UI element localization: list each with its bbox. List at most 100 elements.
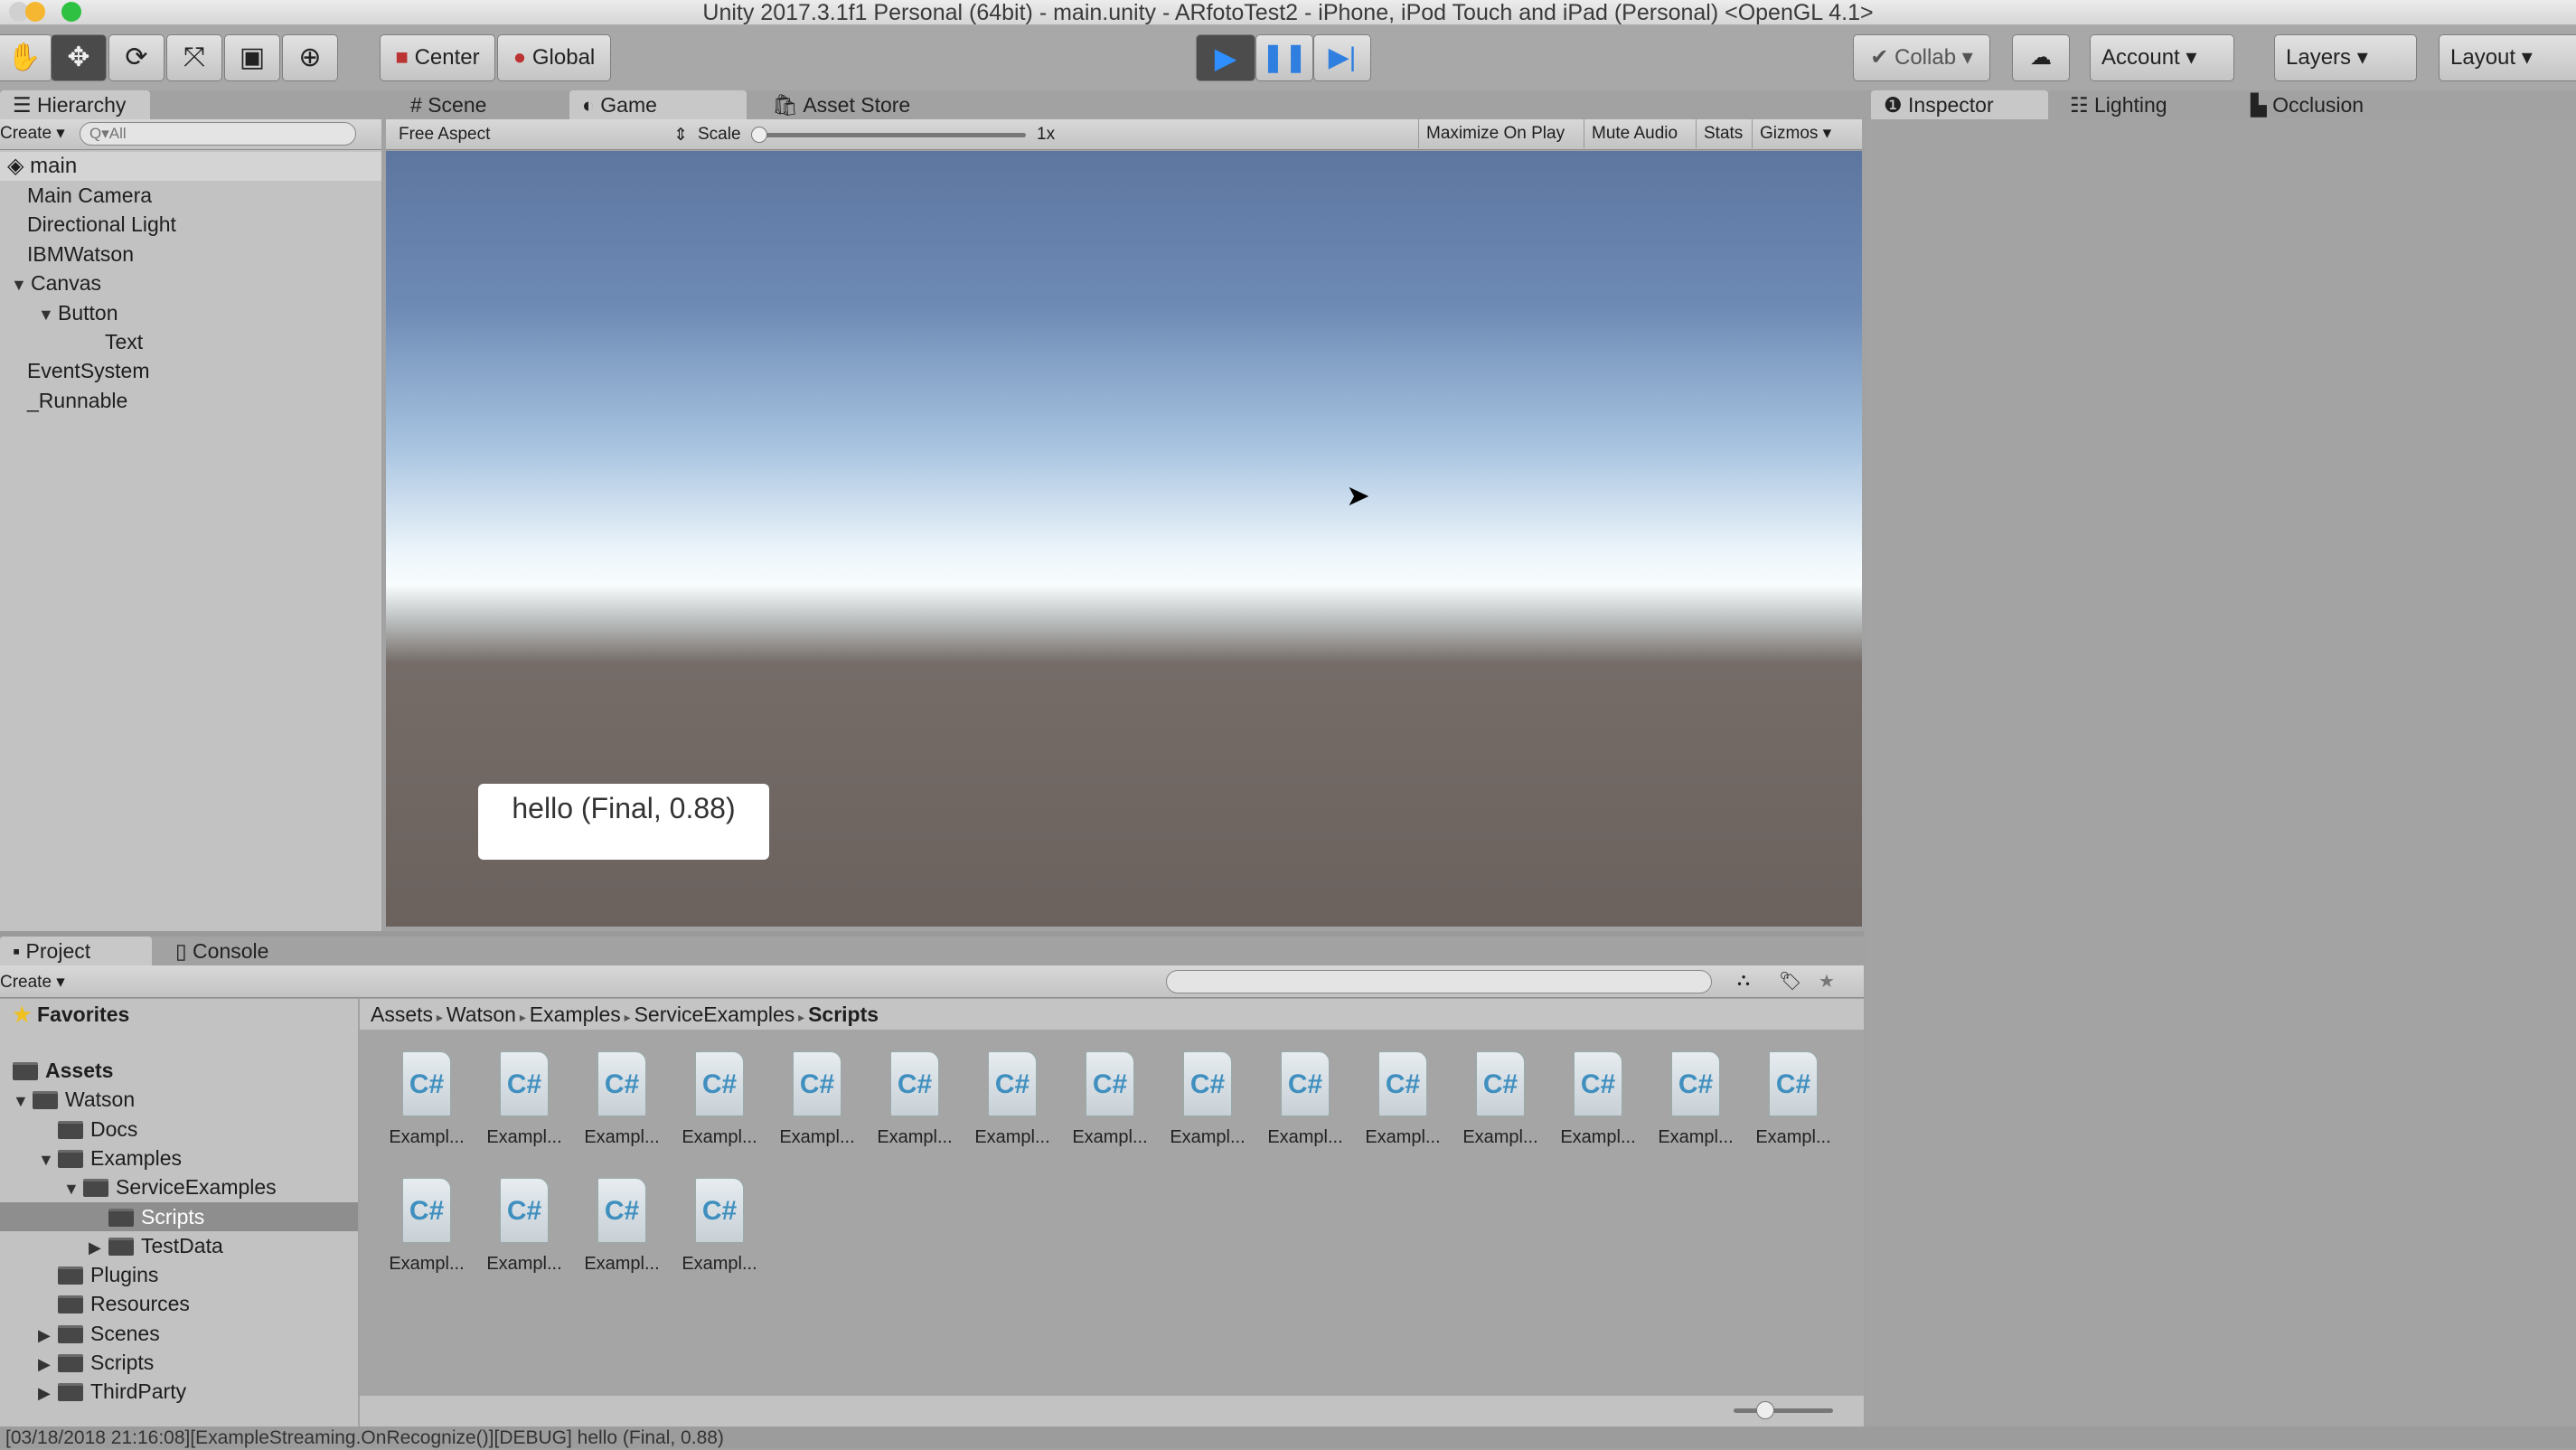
transform-tool-button[interactable]: ⊕ — [282, 34, 338, 81]
script-asset[interactable]: C# Exampl... — [1647, 1051, 1744, 1148]
tab-scene[interactable]: # Scene — [398, 90, 560, 119]
hierarchy-item[interactable]: IBMWatson — [27, 240, 134, 268]
project-folder-item[interactable]: ▼ ServiceExamples — [0, 1172, 358, 1201]
icon-size-slider-handle[interactable] — [1756, 1401, 1774, 1419]
script-asset[interactable]: C# Exampl... — [378, 1051, 475, 1148]
favorites-row[interactable]: ★ Favorites — [13, 1000, 129, 1029]
hierarchy-item[interactable]: Main Camera — [27, 181, 152, 210]
stats-button[interactable]: Stats — [1696, 119, 1750, 148]
breadcrumb-item[interactable]: ServiceExamples — [635, 1003, 795, 1026]
project-folder-item[interactable]: ▼ Watson — [0, 1085, 358, 1114]
hierarchy-item[interactable]: Text — [105, 327, 143, 356]
expand-arrow-icon[interactable]: ▶ — [38, 1321, 58, 1350]
script-asset[interactable]: C# Exampl... — [378, 1178, 475, 1275]
scale-slider-handle[interactable] — [751, 127, 767, 143]
hierarchy-item[interactable]: Directional Light — [27, 210, 176, 239]
status-message[interactable]: [03/18/2018 21:16:08][ExampleStreaming.O… — [5, 1427, 724, 1448]
zoom-window-button[interactable] — [61, 2, 81, 22]
icon-size-slider[interactable] — [1734, 1408, 1833, 1413]
expand-arrow-icon[interactable]: ▼ — [11, 270, 31, 299]
play-button[interactable]: ▶ — [1196, 34, 1255, 81]
favorite-star-icon[interactable]: ★ — [1819, 970, 1835, 993]
script-asset[interactable]: C# Exampl... — [1452, 1051, 1549, 1148]
tab-lighting[interactable]: ☷ Lighting — [2057, 90, 2229, 119]
hierarchy-item[interactable]: _Runnable — [27, 386, 127, 415]
project-search-input[interactable] — [1166, 970, 1712, 993]
filter-by-label-icon[interactable]: 🏷 — [1779, 970, 1801, 993]
tab-game[interactable]: ◐ Game — [569, 90, 747, 119]
project-folder-item[interactable]: ▼ Examples — [0, 1144, 358, 1172]
script-asset[interactable]: C# Exampl... — [475, 1178, 573, 1275]
script-asset[interactable]: C# Exampl... — [573, 1178, 671, 1275]
aspect-dropdown[interactable]: Free Aspect ⇕ — [399, 125, 688, 145]
hierarchy-search-input[interactable] — [80, 122, 356, 146]
rect-tool-button[interactable]: ▣ — [224, 34, 280, 81]
project-folder-item[interactable]: Resources — [0, 1289, 358, 1318]
script-asset[interactable]: C# Exampl... — [1159, 1051, 1256, 1148]
project-folder-item[interactable]: ▶ Scenes — [0, 1319, 358, 1348]
project-folder-item[interactable]: ▶ TestData — [0, 1231, 358, 1260]
mute-audio-button[interactable]: Mute Audio — [1584, 119, 1685, 148]
tab-inspector[interactable]: ❶ Inspector — [1871, 90, 2048, 119]
expand-arrow-icon[interactable]: ▼ — [13, 1087, 33, 1116]
script-asset[interactable]: C# Exampl... — [768, 1051, 866, 1148]
cloud-button[interactable]: ☁ — [2012, 34, 2070, 81]
script-asset[interactable]: C# Exampl... — [573, 1051, 671, 1148]
tab-hierarchy[interactable]: ☰ Hierarchy — [0, 90, 150, 119]
hierarchy-item[interactable]: EventSystem — [27, 356, 150, 385]
pause-button[interactable]: ❚❚ — [1255, 34, 1313, 81]
minimize-window-button[interactable] — [25, 2, 45, 22]
expand-arrow-icon[interactable]: ▶ — [89, 1233, 108, 1262]
pivot-center-button[interactable]: ■ Center — [380, 34, 495, 81]
tab-occlusion[interactable]: ▙ Occlusion — [2238, 90, 2428, 119]
game-view[interactable]: hello (Final, 0.88) ➤ — [386, 151, 1862, 927]
filter-by-type-icon[interactable]: ⛬ — [1737, 970, 1750, 991]
script-asset[interactable]: C# Exampl... — [1744, 1051, 1842, 1148]
project-create-button[interactable]: Create ▾ — [0, 972, 65, 993]
breadcrumb-item[interactable]: Watson — [447, 1003, 516, 1026]
hierarchy-item[interactable]: ▼ Button — [38, 298, 118, 327]
project-folder-item[interactable]: Scripts — [0, 1201, 358, 1231]
script-asset[interactable]: C# Exampl... — [1354, 1051, 1452, 1148]
move-tool-button[interactable]: ✥ — [51, 34, 107, 81]
script-asset[interactable]: C# Exampl... — [671, 1178, 768, 1275]
tab-console[interactable]: ▯ Console — [163, 937, 307, 965]
collab-dropdown[interactable]: ✔ Collab ▾ — [1853, 34, 1990, 81]
breadcrumb-item[interactable]: Assets — [371, 1003, 433, 1026]
gizmos-button[interactable]: Gizmos ▾ — [1752, 119, 1838, 148]
scale-tool-button[interactable]: ⤧ — [166, 34, 222, 81]
step-button[interactable]: ▶| — [1313, 34, 1371, 81]
breadcrumb-item[interactable]: Examples — [530, 1003, 621, 1026]
scene-row[interactable]: ◈ main — [0, 152, 381, 181]
expand-arrow-icon[interactable]: ▼ — [38, 1145, 58, 1174]
tab-project[interactable]: ▪ Project — [0, 937, 152, 965]
layout-dropdown[interactable]: Layout ▾ — [2439, 34, 2576, 81]
project-folder-item[interactable]: ▶ ThirdParty — [0, 1377, 358, 1406]
account-dropdown[interactable]: Account ▾ — [2090, 34, 2234, 81]
project-folder-item[interactable]: Assets — [0, 1056, 358, 1085]
script-asset[interactable]: C# Exampl... — [866, 1051, 964, 1148]
scale-slider[interactable] — [755, 133, 1026, 137]
script-asset[interactable]: C# Exampl... — [475, 1051, 573, 1148]
project-folder-item[interactable]: Plugins — [0, 1260, 358, 1289]
pivot-global-button[interactable]: ● Global — [497, 34, 611, 81]
hand-tool-button[interactable]: ✋ — [0, 34, 52, 81]
rotate-tool-button[interactable]: ⟳ — [108, 34, 165, 81]
tab-asset-store[interactable]: 🛍 Asset Store — [759, 90, 958, 119]
expand-arrow-icon[interactable]: ▶ — [38, 1379, 58, 1408]
script-asset[interactable]: C# Exampl... — [671, 1051, 768, 1148]
hello-button[interactable]: hello (Final, 0.88) — [478, 784, 769, 860]
maximize-on-play-button[interactable]: Maximize On Play — [1418, 119, 1572, 148]
expand-arrow-icon[interactable]: ▼ — [63, 1174, 83, 1203]
script-asset[interactable]: C# Exampl... — [964, 1051, 1061, 1148]
layers-dropdown[interactable]: Layers ▾ — [2274, 34, 2417, 81]
project-folder-item[interactable]: ▶ Scripts — [0, 1348, 358, 1377]
script-asset[interactable]: C# Exampl... — [1061, 1051, 1159, 1148]
project-folder-item[interactable]: Docs — [0, 1115, 358, 1144]
expand-arrow-icon[interactable]: ▶ — [38, 1350, 58, 1379]
script-asset[interactable]: C# Exampl... — [1549, 1051, 1647, 1148]
breadcrumb-item[interactable]: Scripts — [808, 1003, 879, 1026]
expand-arrow-icon[interactable]: ▼ — [38, 300, 58, 329]
hierarchy-create-button[interactable]: Create ▾ — [0, 123, 65, 144]
hierarchy-item[interactable]: ▼ Canvas — [11, 268, 101, 297]
